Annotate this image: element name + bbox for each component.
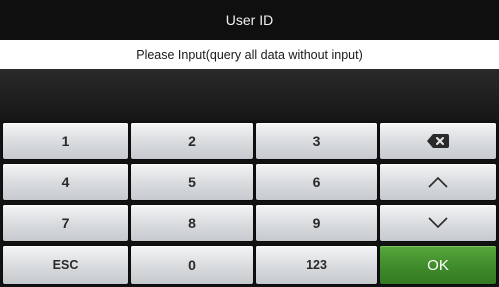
key-7[interactable]: 7 (3, 205, 128, 241)
page-title: User ID (0, 0, 499, 40)
up-button[interactable] (380, 164, 496, 200)
user-id-screen: User ID Please Input(query all data with… (0, 0, 499, 287)
keypad: 1 2 3 4 5 6 7 8 9 ESC 0 123 OK (0, 120, 499, 287)
backspace-icon (427, 134, 449, 148)
key-2[interactable]: 2 (131, 123, 253, 159)
input-prompt: Please Input(query all data without inpu… (0, 40, 499, 69)
key-1[interactable]: 1 (3, 123, 128, 159)
chevron-down-icon (428, 217, 448, 229)
user-id-input[interactable] (0, 69, 499, 120)
down-button[interactable] (380, 205, 496, 241)
key-8[interactable]: 8 (131, 205, 253, 241)
backspace-button[interactable] (380, 123, 496, 159)
esc-button[interactable]: ESC (3, 246, 128, 284)
input-mode-button[interactable]: 123 (256, 246, 377, 284)
key-0[interactable]: 0 (131, 246, 253, 284)
ok-button[interactable]: OK (380, 246, 496, 284)
key-6[interactable]: 6 (256, 164, 377, 200)
key-4[interactable]: 4 (3, 164, 128, 200)
key-3[interactable]: 3 (256, 123, 377, 159)
key-5[interactable]: 5 (131, 164, 253, 200)
chevron-up-icon (428, 176, 448, 188)
key-9[interactable]: 9 (256, 205, 377, 241)
